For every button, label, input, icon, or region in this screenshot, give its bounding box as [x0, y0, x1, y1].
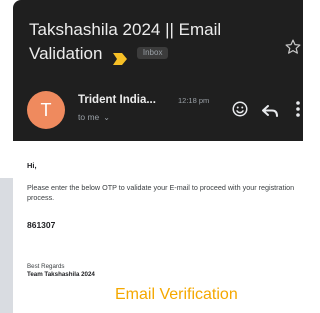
caption-overlay: Email Verification	[115, 286, 238, 303]
email-message: Please enter the below OTP to validate y…	[27, 183, 295, 202]
otp-code: 861307	[27, 220, 56, 230]
sender-avatar[interactable]: T	[27, 91, 65, 129]
inbox-label-chip[interactable]: Inbox	[136, 46, 169, 59]
email-greeting: Hi,	[27, 161, 37, 170]
subject-line-2: Validation	[29, 44, 103, 63]
reply-icon[interactable]	[262, 104, 278, 117]
recipient-label: to me	[78, 112, 100, 122]
email-timestamp: 12:18 pm	[178, 96, 210, 105]
email-signature: Team Takshashila 2024	[27, 271, 95, 278]
important-marker-icon[interactable]	[113, 48, 128, 65]
email-subject: Takshashila 2024 || Email Validation Inb…	[29, 18, 277, 66]
background-strip	[0, 178, 13, 313]
email-closing: Best Regards	[27, 263, 65, 270]
star-icon[interactable]	[284, 38, 302, 56]
chevron-down-icon: ⌄	[103, 113, 110, 122]
sender-name[interactable]: Trident India...	[78, 94, 156, 106]
emoji-react-icon[interactable]	[231, 100, 249, 118]
more-vert-icon[interactable]	[296, 101, 300, 117]
subject-line-1: Takshashila 2024 || Email	[29, 20, 222, 39]
recipient-details-toggle[interactable]: to me ⌄	[78, 112, 110, 122]
